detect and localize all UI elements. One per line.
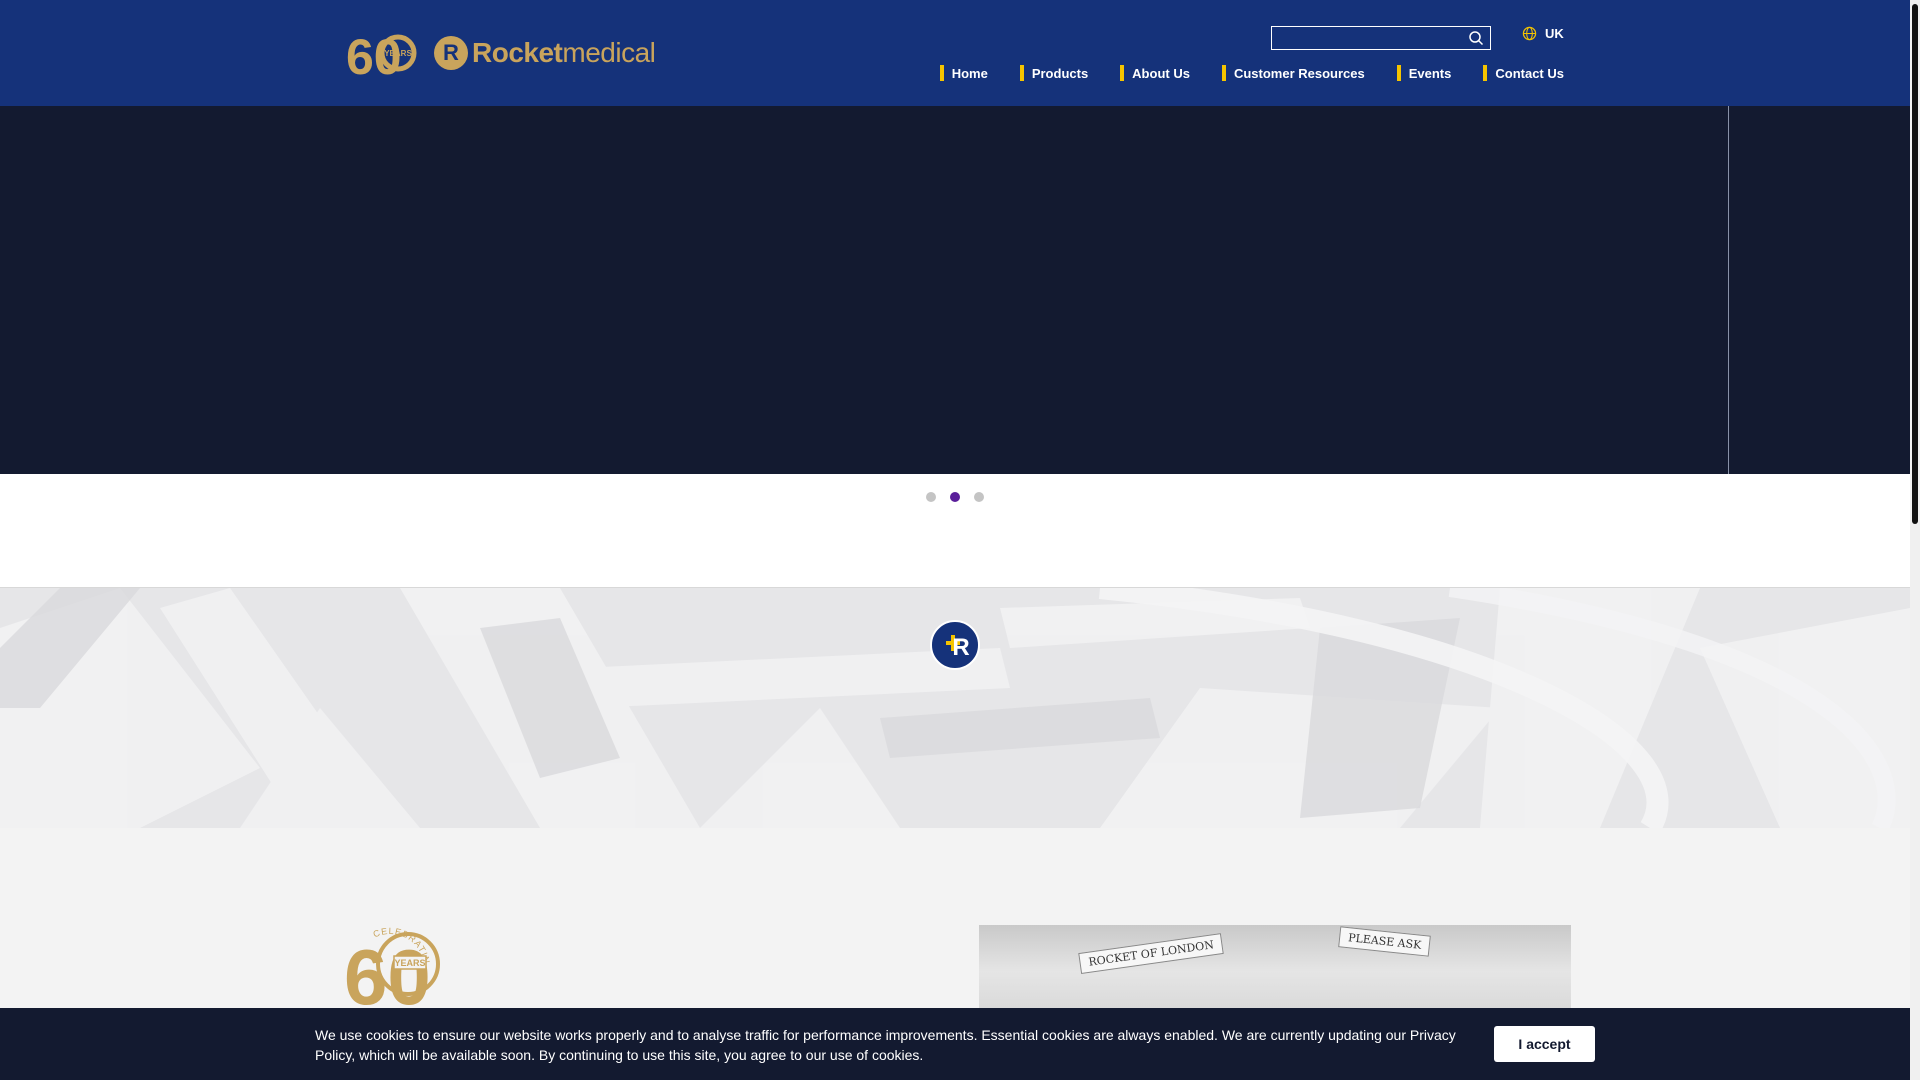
scrollbar-thumb[interactable]	[1912, 4, 1918, 524]
main-nav: Home Products About Us Customer Resource…	[908, 65, 1564, 81]
accept-cookies-button[interactable]: I accept	[1494, 1026, 1595, 1062]
anniversary-60-icon: 60 YEARS	[346, 29, 417, 85]
slide-divider	[1728, 106, 1729, 474]
brand-logo: R Rocketmedical	[434, 36, 656, 70]
slider-pagination	[0, 492, 1910, 502]
nav-item-home[interactable]: Home	[939, 65, 988, 81]
site-logo[interactable]: 60 YEARS R Rocketmedical	[346, 26, 656, 85]
nav-item-customer-resources[interactable]: Customer Resources	[1221, 65, 1365, 81]
svg-text:YEARS: YEARS	[394, 958, 425, 968]
nav-item-products[interactable]: Products	[1019, 65, 1088, 81]
nav-item-contact-us[interactable]: Contact Us	[1483, 65, 1564, 81]
photo-sign-left: ROCKET OF LONDON	[1078, 933, 1225, 974]
nav-item-about-us[interactable]: About Us	[1120, 65, 1190, 81]
globe-icon	[1522, 26, 1537, 41]
celebrating-60-icon: 60 CELEBRATING YEARS	[342, 916, 440, 1021]
svg-text:R: R	[952, 634, 969, 661]
svg-text:YEARS: YEARS	[384, 49, 412, 58]
cookie-message: We use cookies to ensure our website wor…	[315, 1027, 1456, 1063]
celebrating-60-years-badge: 60 CELEBRATING YEARS	[342, 916, 442, 1021]
rocket-badge-icon: R	[930, 620, 980, 670]
slider-dot-3[interactable]	[974, 492, 984, 502]
cookie-banner: We use cookies to ensure our website wor…	[0, 1008, 1910, 1080]
site-header: 60 YEARS R Rocketmedical UK Home Product…	[0, 0, 1910, 106]
slider-dot-1[interactable]	[926, 492, 936, 502]
slider-dot-2[interactable]	[950, 492, 960, 502]
brand-mark-icon: R	[434, 36, 468, 70]
search-input[interactable]	[1272, 27, 1462, 49]
brand-wordmark: Rocketmedical	[472, 37, 656, 68]
anniversary-logo: 60 YEARS	[346, 26, 424, 85]
hero-slider[interactable]	[0, 106, 1910, 474]
nav-item-events[interactable]: Events	[1396, 65, 1451, 81]
locale-label: UK	[1545, 26, 1564, 41]
photo-sign-right: PLEASE ASK	[1338, 926, 1432, 957]
locale-selector[interactable]: UK	[1522, 26, 1564, 41]
search-box	[1271, 26, 1491, 50]
search-icon[interactable]	[1468, 30, 1484, 46]
